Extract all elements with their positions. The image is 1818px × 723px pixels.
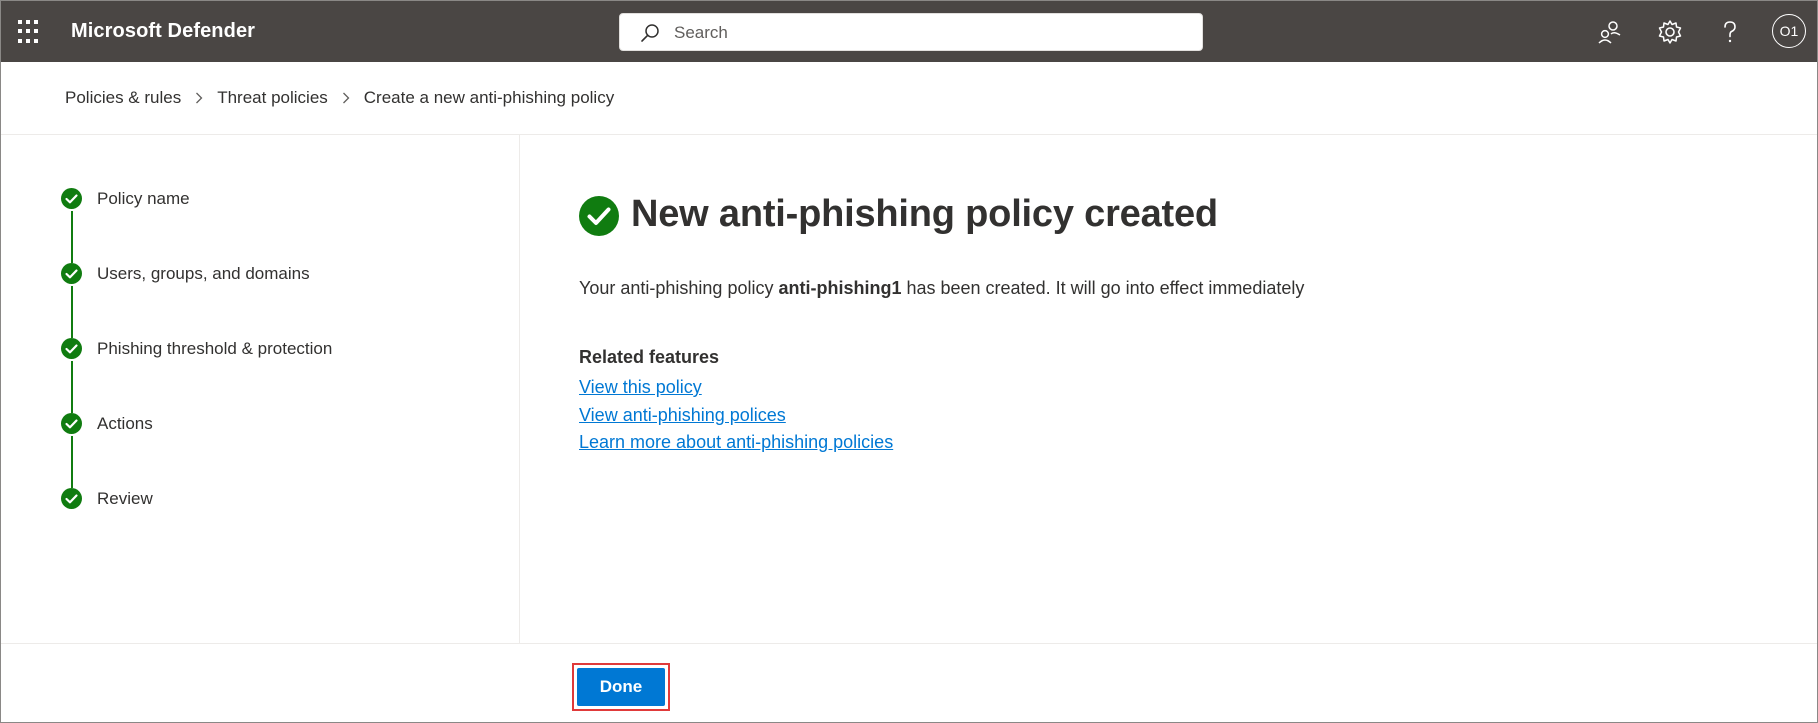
- waffle-icon[interactable]: [18, 20, 42, 44]
- breadcrumb: Policies & rules Threat policies Create …: [65, 88, 614, 108]
- search-icon: [641, 24, 659, 42]
- panel-divider: [519, 135, 520, 643]
- breadcrumb-policies-and-rules[interactable]: Policies & rules: [65, 88, 181, 108]
- step-label: Policy name: [97, 189, 190, 208]
- step-label: Phishing threshold & protection: [97, 339, 333, 358]
- check-circle-icon: [61, 413, 82, 434]
- settings-icon[interactable]: [1655, 17, 1685, 47]
- done-button-highlight: Done: [572, 663, 670, 711]
- step-label: Actions: [97, 414, 153, 433]
- breadcrumb-threat-policies[interactable]: Threat policies: [217, 88, 328, 108]
- app-title: Microsoft Defender: [71, 20, 256, 42]
- breadcrumb-current-page: Create a new anti-phishing policy: [363, 88, 615, 107]
- step-connector: [71, 211, 73, 263]
- description-prefix: Your anti-phishing policy: [579, 278, 779, 298]
- avatar[interactable]: O1: [1772, 14, 1806, 48]
- step-connector: [71, 361, 73, 413]
- page-title: New anti-phishing policy created: [631, 193, 1218, 235]
- search-input[interactable]: [672, 14, 1176, 52]
- chevron-right-icon: [196, 92, 203, 104]
- learn-more-link[interactable]: Learn more about anti-phishing policies: [579, 429, 893, 457]
- step-label: Users, groups, and domains: [97, 264, 310, 283]
- done-button[interactable]: Done: [577, 668, 665, 706]
- description-suffix: has been created. It will go into effect…: [901, 278, 1305, 298]
- success-check-icon: [579, 196, 619, 236]
- footer-divider: [1, 643, 1817, 644]
- policy-name: anti-phishing1: [778, 278, 902, 298]
- check-circle-icon: [61, 338, 82, 359]
- related-links: View this policy View anti-phishing poli…: [579, 374, 893, 457]
- check-circle-icon: [61, 488, 82, 509]
- app-window: Microsoft Defender O1 Policies & rules: [0, 0, 1818, 723]
- check-circle-icon: [61, 263, 82, 284]
- top-bar: Microsoft Defender O1: [1, 1, 1817, 62]
- help-icon[interactable]: [1715, 17, 1745, 47]
- step-connector: [71, 436, 73, 488]
- header-divider: [1, 134, 1817, 135]
- chevron-right-icon: [342, 92, 350, 104]
- related-features-heading: Related features: [579, 347, 720, 367]
- step-connector: [71, 286, 73, 338]
- search-box[interactable]: [619, 13, 1203, 52]
- step-label: Review: [97, 489, 153, 508]
- success-description: Your anti-phishing policy anti-phishing1…: [579, 278, 1304, 299]
- view-anti-phishing-policies-link[interactable]: View anti-phishing polices: [579, 402, 893, 430]
- view-this-policy-link[interactable]: View this policy: [579, 374, 893, 402]
- check-circle-icon: [61, 188, 82, 209]
- community-icon[interactable]: [1595, 17, 1625, 47]
